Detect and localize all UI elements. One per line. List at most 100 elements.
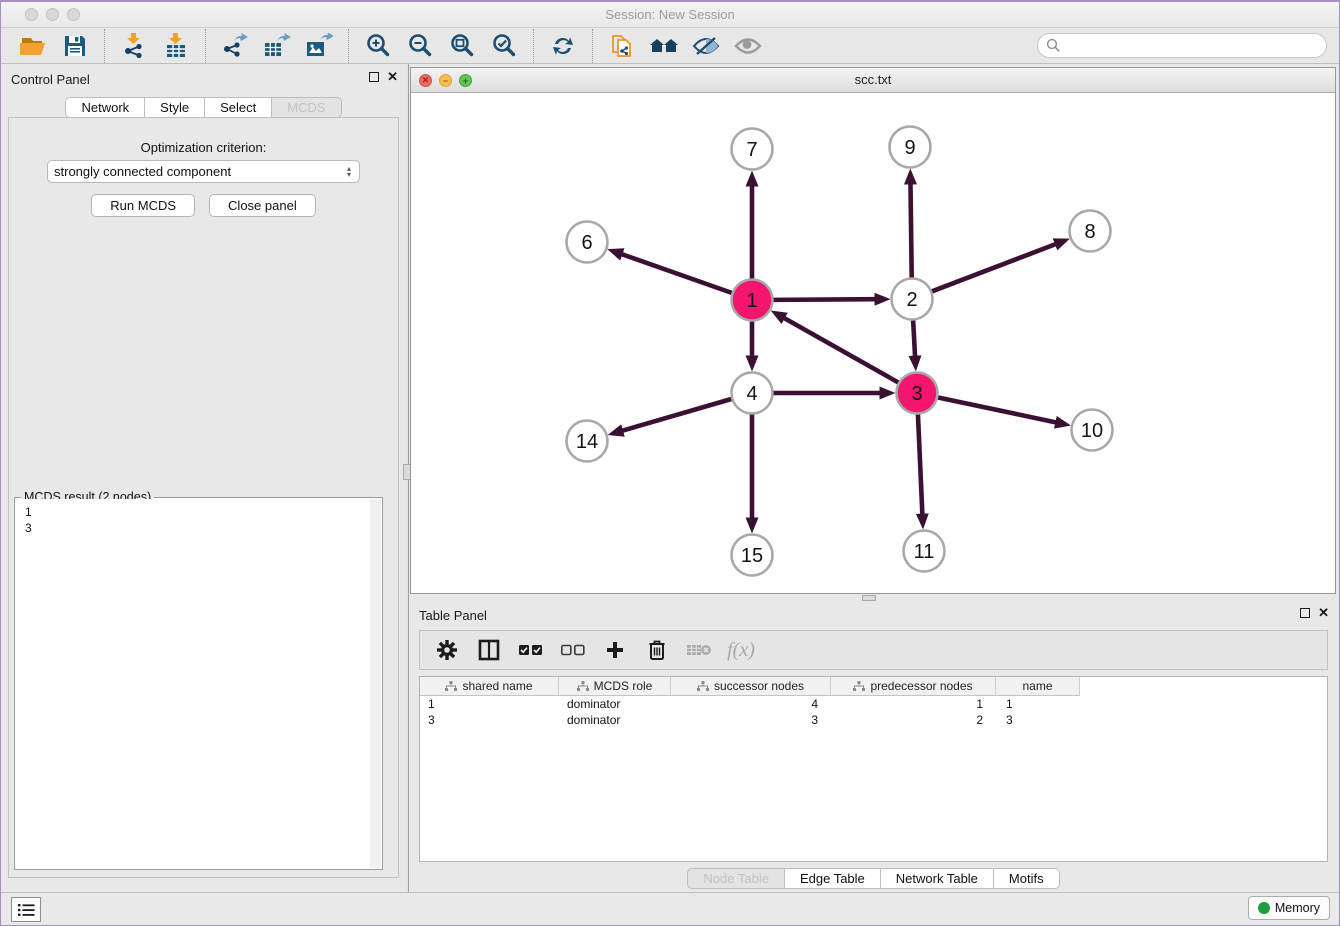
graph-edge-3-1[interactable] <box>784 318 898 383</box>
zoom-out-icon[interactable] <box>399 30 441 62</box>
mcds-result-list[interactable]: 1 3 <box>16 499 370 868</box>
unselect-all-icon[interactable] <box>556 635 590 665</box>
memory-label: Memory <box>1275 901 1320 915</box>
show-all-icon[interactable] <box>727 30 769 62</box>
export-image-icon[interactable] <box>298 30 340 62</box>
run-mcds-button[interactable]: Run MCDS <box>91 194 195 217</box>
optimization-criterion-label: Optimization criterion: <box>9 140 398 155</box>
network-view-window: ✕ − + scc.txt 7968124314101511 <box>410 67 1336 594</box>
search-icon <box>1046 38 1061 53</box>
result-scrollbar[interactable] <box>370 499 381 868</box>
table-header-row: shared name MCDS role successor nodes <box>420 677 1327 696</box>
close-panel-icon[interactable]: ✕ <box>387 72 398 82</box>
split-view-icon[interactable] <box>472 635 506 665</box>
table-row[interactable]: 3 dominator 3 2 3 <box>420 712 1327 728</box>
node-table[interactable]: shared name MCDS role successor nodes <box>419 676 1328 862</box>
main-toolbar <box>1 28 1339 64</box>
open-folder-icon[interactable] <box>12 30 54 62</box>
tab-select[interactable]: Select <box>205 97 272 118</box>
graph-node-label: 10 <box>1081 420 1103 442</box>
graph-edge-2-8[interactable] <box>932 244 1056 291</box>
function-builder-icon[interactable]: f(x) <box>724 635 758 665</box>
graph-edge-2-3[interactable] <box>913 320 915 356</box>
save-icon[interactable] <box>54 30 96 62</box>
zoom-fit-icon[interactable] <box>441 30 483 62</box>
table-row[interactable]: 1 dominator 4 1 1 <box>420 696 1327 712</box>
graph-node-label: 15 <box>741 545 763 567</box>
search-input[interactable] <box>1061 38 1311 53</box>
memory-button[interactable]: Memory <box>1248 896 1330 920</box>
control-panel-tabs: Network Style Select MCDS <box>1 97 406 118</box>
column-header-shared-name[interactable]: shared name <box>420 677 559 696</box>
status-bar: Memory <box>1 892 1339 925</box>
graph-edge-1-2[interactable] <box>773 299 875 300</box>
graph-edge-4-14[interactable] <box>622 399 731 431</box>
delete-table-icon[interactable] <box>682 635 716 665</box>
graph-edge-3-10[interactable] <box>938 397 1056 422</box>
mcds-result-line: 3 <box>25 520 370 536</box>
tree-icon <box>445 681 457 692</box>
zoom-in-icon[interactable] <box>357 30 399 62</box>
delete-column-icon[interactable] <box>640 635 674 665</box>
tab-style[interactable]: Style <box>145 97 205 118</box>
tab-mcds[interactable]: MCDS <box>272 97 341 118</box>
splitter-grip[interactable] <box>862 595 876 601</box>
title-bar: Session: New Session <box>1 2 1339 28</box>
import-network-icon[interactable] <box>113 30 155 62</box>
list-icon <box>17 902 35 918</box>
column-header-successor-nodes[interactable]: successor nodes <box>671 677 831 696</box>
column-header-predecessor-nodes[interactable]: predecessor nodes <box>831 677 996 696</box>
export-network-icon[interactable] <box>214 30 256 62</box>
mcds-result-box: MCDS result (2 nodes) 1 3 <box>14 497 383 870</box>
table-tabs: Node Table Edge Table Network Table Moti… <box>410 868 1337 889</box>
control-panel: Control Panel ✕ Network Style Select MCD… <box>1 64 406 892</box>
graph-node-label: 8 <box>1084 221 1095 243</box>
refresh-icon[interactable] <box>542 30 584 62</box>
mcds-result-line: 1 <box>25 504 370 520</box>
add-column-icon[interactable] <box>598 635 632 665</box>
float-panel-icon[interactable] <box>369 72 379 82</box>
export-table-icon[interactable] <box>256 30 298 62</box>
home-network-icon[interactable] <box>643 30 685 62</box>
mcds-tab-content: Optimization criterion: strongly connect… <box>8 117 399 878</box>
table-toolbar: f(x) <box>419 630 1328 670</box>
tab-motifs[interactable]: Motifs <box>994 868 1060 889</box>
network-view-title: scc.txt <box>411 72 1335 87</box>
tree-icon <box>577 681 589 692</box>
tree-icon <box>853 681 865 692</box>
search-field[interactable] <box>1037 33 1327 58</box>
float-table-panel-icon[interactable] <box>1300 608 1310 618</box>
select-all-icon[interactable] <box>514 635 548 665</box>
graph-edge-1-6[interactable] <box>621 254 731 293</box>
tab-edge-table[interactable]: Edge Table <box>785 868 881 889</box>
select-stepper-icon: ▴▾ <box>347 166 353 178</box>
column-header-mcds-role[interactable]: MCDS role <box>559 677 671 696</box>
close-panel-button[interactable]: Close panel <box>209 194 316 217</box>
graph-edge-2-9[interactable] <box>910 183 911 277</box>
graph-node-label: 2 <box>906 289 917 311</box>
column-header-name[interactable]: name <box>996 677 1080 696</box>
graph-node-label: 14 <box>576 431 598 453</box>
window-title: Session: New Session <box>1 7 1339 22</box>
hide-selected-icon[interactable] <box>685 30 727 62</box>
zoom-selected-icon[interactable] <box>483 30 525 62</box>
tab-node-table[interactable]: Node Table <box>687 868 785 889</box>
graph-node-label: 9 <box>904 137 915 159</box>
network-file-icon[interactable] <box>601 30 643 62</box>
network-window-titlebar[interactable]: ✕ − + scc.txt <box>411 68 1335 93</box>
close-table-panel-icon[interactable]: ✕ <box>1318 608 1329 618</box>
import-table-icon[interactable] <box>155 30 197 62</box>
task-history-button[interactable] <box>11 897 41 922</box>
horizontal-splitter[interactable] <box>410 594 1337 602</box>
network-canvas[interactable]: 7968124314101511 <box>411 93 1335 593</box>
graph-node-label: 3 <box>911 383 922 405</box>
column-settings-icon[interactable] <box>430 635 464 665</box>
graph-node-label: 4 <box>746 383 757 405</box>
optimization-criterion-select[interactable]: strongly connected component ▴▾ <box>47 160 360 183</box>
tab-network-table[interactable]: Network Table <box>881 868 994 889</box>
graph-edge-3-11[interactable] <box>918 414 922 514</box>
control-panel-title: Control Panel <box>11 72 90 87</box>
tree-icon <box>697 681 709 692</box>
vertical-splitter[interactable] <box>406 64 409 892</box>
tab-network[interactable]: Network <box>65 97 145 118</box>
